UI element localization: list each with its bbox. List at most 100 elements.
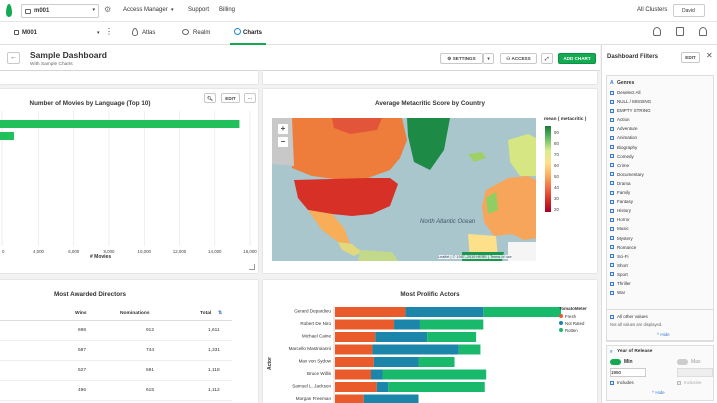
fullscreen-button[interactable]: ⤢ (541, 53, 553, 64)
max-toggle[interactable] (677, 359, 688, 365)
bar-segment[interactable] (394, 319, 420, 330)
legend-item[interactable]: Rotten (559, 328, 578, 333)
genre-checkbox[interactable]: Sport (610, 272, 628, 277)
genre-checkbox[interactable]: Comedy (610, 154, 634, 159)
genre-checkbox[interactable]: History (610, 208, 631, 213)
bar-segment[interactable] (418, 357, 455, 367)
chart-card-most-awarded-directors[interactable]: Most Awarded Directors Wins Nominations … (0, 280, 258, 403)
nav-billing[interactable]: Billing (219, 7, 235, 13)
cluster-selector[interactable]: M001 (22, 30, 37, 36)
bar-segment[interactable] (335, 394, 364, 403)
deselect-all-checkbox[interactable]: Deselect All (610, 90, 641, 95)
genre-checkbox[interactable]: Drama (610, 181, 631, 186)
genre-checkbox[interactable]: Music (610, 226, 629, 231)
map-legend-background (508, 242, 536, 261)
settings-dropdown-button[interactable]: ▾ (483, 53, 494, 64)
resize-handle-icon[interactable] (249, 264, 255, 270)
user-menu[interactable]: David (673, 4, 705, 17)
chart-card-metacritic-map[interactable]: Average Metacritic Score by Country Nort… (263, 89, 597, 273)
genre-checkbox[interactable]: NULL / MISSING (610, 99, 651, 104)
bar-segment[interactable] (405, 307, 484, 317)
bar-segment[interactable] (335, 332, 376, 342)
choropleth-map[interactable]: North Atlantic Ocean (272, 118, 536, 261)
legend-item[interactable]: Fresh (559, 314, 576, 319)
bar-segment[interactable] (427, 332, 477, 342)
bar-segment[interactable] (335, 319, 395, 330)
legend-item[interactable]: Not Rated (559, 321, 584, 326)
genre-checkbox[interactable]: Animation (610, 135, 637, 140)
zoom-in-button[interactable]: + (277, 123, 289, 135)
all-other-values-checkbox[interactable]: All other values (610, 314, 648, 319)
user-icon[interactable] (653, 27, 661, 36)
bar-segment[interactable] (335, 344, 373, 355)
close-icon[interactable]: ✕ (706, 51, 713, 60)
bar-segment[interactable] (376, 382, 389, 392)
bar[interactable] (0, 120, 240, 128)
bar-segment[interactable] (375, 332, 428, 342)
column-header-wins[interactable]: Wins (75, 311, 87, 316)
mongodb-leaf-logo[interactable] (6, 4, 12, 17)
min-year-input[interactable] (610, 368, 646, 377)
max-year-input[interactable] (677, 368, 713, 377)
bar-segment[interactable] (335, 382, 377, 392)
column-header-nominations[interactable]: Nominations (120, 311, 150, 316)
more-vertical-icon[interactable]: ⋮ (105, 27, 113, 36)
access-button[interactable]: ⚇ ACCESS (500, 53, 537, 64)
settings-button[interactable]: ⚙ SETTINGS (440, 53, 483, 64)
genre-checkbox[interactable]: Thriller (610, 281, 631, 286)
bar-segment[interactable] (458, 344, 481, 355)
includes-checkbox[interactable]: Includes (610, 380, 634, 385)
bar-segment[interactable] (382, 369, 487, 380)
bar[interactable] (0, 132, 14, 140)
bar-segment[interactable] (335, 369, 371, 380)
genre-checkbox[interactable]: Romance (610, 245, 636, 250)
atlas-leaf-icon (132, 28, 138, 36)
bar-segment[interactable] (363, 394, 419, 403)
genre-checkbox[interactable]: Crime (610, 163, 629, 168)
genre-checkbox[interactable]: Horror (610, 217, 630, 222)
sort-icon[interactable]: ⇅ (218, 310, 222, 316)
tab-realm[interactable]: Realm (193, 30, 210, 36)
chart-card-most-prolific-actors[interactable]: Most Prolific Actors Actor Gerard Depard… (263, 280, 597, 403)
back-button[interactable]: ← (7, 52, 20, 64)
genre-checkbox[interactable]: Mystery (610, 236, 633, 241)
nav-support[interactable]: Support (188, 7, 209, 13)
bar-segment[interactable] (335, 307, 406, 317)
bar-segment[interactable] (373, 357, 419, 367)
genre-checkbox[interactable]: Action (610, 117, 630, 122)
genre-checkbox[interactable]: Adventure (610, 126, 638, 131)
min-toggle[interactable] (610, 359, 621, 365)
genre-checkbox[interactable]: Documentary (610, 172, 644, 177)
hide-toggle[interactable]: ^ Hide (657, 332, 670, 337)
genre-checkbox[interactable]: Sci-Fi (610, 254, 629, 259)
bar-segment[interactable] (388, 382, 485, 392)
gear-icon[interactable]: ⚙ (104, 5, 111, 14)
bar-segment[interactable] (483, 307, 562, 317)
project-selector[interactable]: m001 ▾ (21, 4, 99, 18)
add-chart-button[interactable]: ADD CHART (558, 53, 596, 64)
genre-checkbox[interactable]: Biography (610, 145, 637, 150)
genre-checkbox[interactable]: Family (610, 190, 630, 195)
chart-card-movies-by-language[interactable]: 🔍︎ EDIT ··· Number of Movies by Language… (0, 89, 258, 273)
column-header-total[interactable]: Total (200, 311, 211, 316)
bar-segment[interactable] (419, 319, 484, 330)
filters-edit-button[interactable]: EDIT (681, 52, 700, 63)
hide-toggle[interactable]: ^ Hide (652, 390, 665, 395)
bell-icon[interactable] (699, 27, 707, 36)
bar-segment[interactable] (335, 357, 374, 367)
nav-access-manager[interactable]: Access Manager (123, 7, 168, 13)
genre-checkbox[interactable]: Fantasy (610, 199, 633, 204)
bar-segment[interactable] (372, 344, 459, 355)
activity-feed-icon[interactable] (676, 27, 684, 36)
color-scale-ticks: 90 80 70 60 50 40 30 20 (554, 126, 574, 216)
genre-checkbox[interactable]: War (610, 290, 625, 295)
genre-checkbox[interactable]: Short (610, 263, 628, 268)
inclusive-checkbox[interactable]: Inclusive (677, 380, 702, 385)
map-attribution[interactable]: Leaflet | © 1987–2019 HERE | Terms of us… (438, 255, 512, 259)
zoom-out-button[interactable]: − (277, 136, 289, 148)
genre-checkbox[interactable]: EMPTY STRING (610, 108, 651, 113)
all-clusters-link[interactable]: All Clusters (637, 7, 667, 13)
tab-charts[interactable]: Charts (243, 30, 262, 36)
bar-segment[interactable] (371, 369, 383, 380)
tab-atlas[interactable]: Atlas (142, 30, 155, 36)
